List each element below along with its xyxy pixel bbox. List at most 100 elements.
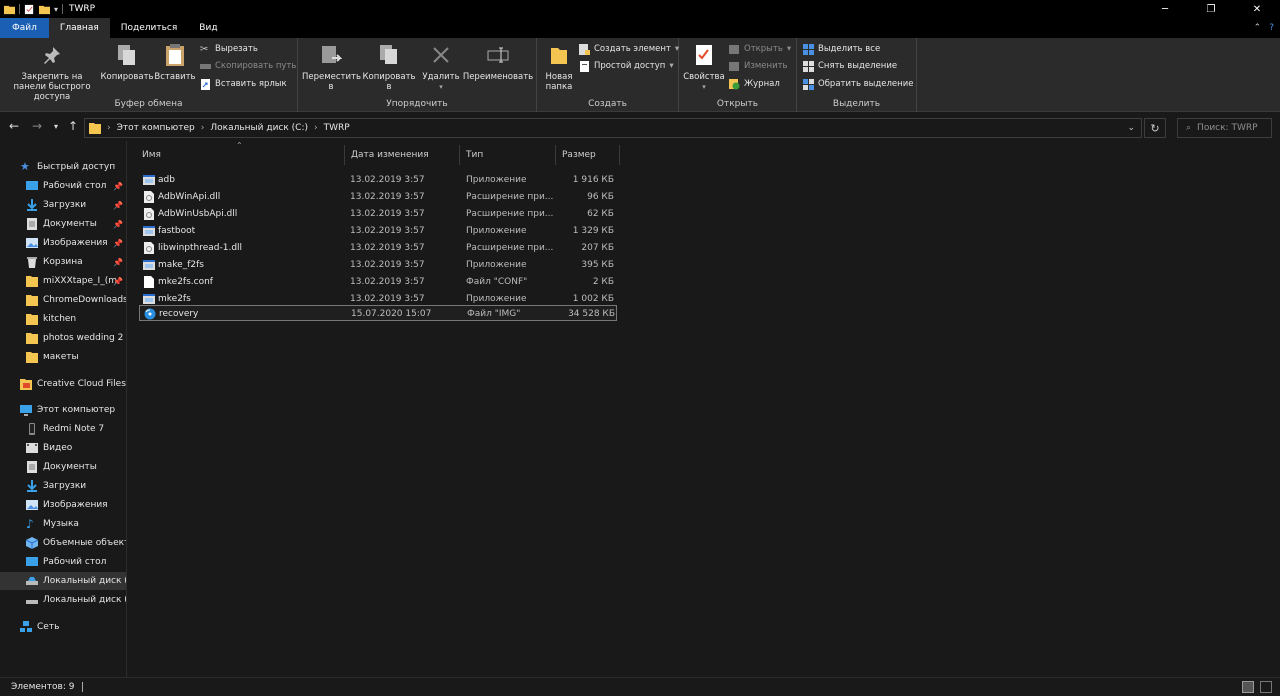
nav-pc-local-disk-c[interactable]: Локальный диск (C [0, 572, 126, 590]
details-view-icon[interactable] [1242, 681, 1254, 693]
file-name: recovery [159, 309, 199, 319]
ribbon: Закрепить на панели быстрого доступа Коп… [0, 38, 1280, 112]
column-header-size[interactable]: Размер [556, 145, 620, 165]
search-input[interactable]: ⌕ Поиск: TWRP [1177, 118, 1272, 138]
nav-network[interactable]: Сеть [0, 618, 126, 636]
quick-access-dropdown-icon[interactable]: ▾ [54, 5, 58, 14]
column-header-name[interactable]: Имя [136, 145, 345, 165]
tab-file[interactable]: Файл [0, 18, 49, 38]
nav-quick-photos-wedding[interactable]: photos wedding 2 [0, 329, 126, 347]
address-dropdown-icon[interactable]: ⌄ [1127, 123, 1135, 133]
file-size: 1 329 КБ [572, 226, 614, 236]
status-bar: Элементов: 9 [0, 677, 1280, 696]
nav-quick-recycle-bin[interactable]: Корзина 📌 [0, 253, 126, 271]
breadcrumb-local-disk-c[interactable]: Локальный диск (C:) [210, 123, 308, 133]
paste-button[interactable]: Вставить [154, 42, 196, 82]
file-row[interactable]: AdbWinApi.dll 13.02.2019 3:57 Расширение п… [139, 189, 617, 205]
nav-quick-documents[interactable]: Документы 📌 [0, 215, 126, 233]
large-icons-view-icon[interactable] [1260, 681, 1272, 693]
properties-button[interactable]: Свойства ▾ [683, 42, 725, 92]
rename-button[interactable]: Переименовать [462, 42, 534, 82]
move-to-button[interactable]: Переместить в [302, 42, 361, 92]
nav-pc-music[interactable]: ♪ Музыка [0, 515, 126, 533]
edit-button[interactable]: Изменить [729, 59, 788, 73]
file-size: 96 КБ [587, 192, 614, 202]
search-icon: ⌕ [1186, 123, 1192, 133]
help-icon[interactable]: ? [1269, 23, 1274, 33]
history-button[interactable]: Журнал [729, 77, 780, 91]
delete-button[interactable]: Удалить ▾ [420, 42, 462, 92]
pictures-icon [26, 238, 38, 248]
properties-icon [691, 42, 717, 68]
nav-quick-downloads[interactable]: Загрузки 📌 [0, 196, 126, 214]
tab-view[interactable]: Вид [188, 18, 228, 38]
close-button[interactable]: ✕ [1234, 0, 1280, 18]
file-date: 13.02.2019 3:57 [350, 277, 425, 287]
nav-quick-makety[interactable]: макеты [0, 348, 126, 366]
new-folder-button[interactable]: Новая папка [541, 42, 577, 92]
select-none-icon [803, 60, 814, 72]
easy-access-button[interactable]: Простой доступ ▾ [579, 59, 674, 73]
file-size: 207 КБ [581, 243, 614, 253]
forward-arrow-icon[interactable]: → [32, 119, 42, 133]
nav-quick-desktop[interactable]: Рабочий стол 📌 [0, 177, 126, 195]
app-icon [143, 259, 155, 271]
select-all-button[interactable]: Выделить все [803, 42, 880, 56]
nav-this-pc[interactable]: Этот компьютер [0, 401, 126, 419]
cut-button[interactable]: ✂ Вырезать [200, 42, 258, 56]
file-name: make_f2fs [158, 260, 204, 270]
video-icon [26, 443, 38, 453]
column-header-date[interactable]: Дата изменения [345, 145, 460, 165]
file-row[interactable]: mke2fs.conf 13.02.2019 3:57 Файл "CONF" 2 К… [139, 274, 617, 290]
tab-home[interactable]: Главная [48, 18, 110, 38]
copy-button[interactable]: Копировать [100, 42, 154, 82]
nav-quick-pictures[interactable]: Изображения 📌 [0, 234, 126, 252]
copy-path-button[interactable]: Скопировать путь [200, 59, 296, 73]
back-arrow-icon[interactable]: ← [9, 119, 19, 133]
nav-quick-access[interactable]: ★ Быстрый доступ [0, 158, 126, 176]
nav-quick-kitchen[interactable]: kitchen [0, 310, 126, 328]
file-date: 13.02.2019 3:57 [350, 209, 425, 219]
nav-pc-documents[interactable]: Документы [0, 458, 126, 476]
nav-quick-chromedownloads[interactable]: ChromeDownloads [0, 291, 126, 309]
download-arrow-icon [27, 199, 37, 211]
properties-icon[interactable] [24, 4, 35, 15]
file-row[interactable]: libwinpthread-1.dll 13.02.2019 3:57 Расшир… [139, 240, 617, 256]
nav-pc-local-disk-d[interactable]: Локальный диск (D [0, 591, 126, 609]
up-arrow-icon[interactable]: ↑ [68, 119, 78, 133]
select-none-button[interactable]: Снять выделение [803, 59, 897, 73]
column-header-type[interactable]: Тип [460, 145, 556, 165]
recent-locations-chevron-icon[interactable]: ▾ [54, 122, 58, 131]
collapse-ribbon-icon[interactable]: ⌃ [1254, 23, 1262, 33]
pin-to-quick-access-button[interactable]: Закрепить на панели быстрого доступа [4, 42, 100, 102]
paste-shortcut-button[interactable]: Вставить ярлык [200, 77, 287, 91]
refresh-button[interactable]: ↻ [1144, 118, 1166, 138]
restore-button[interactable]: ❐ [1188, 0, 1234, 18]
open-button[interactable]: Открыть ▾ [729, 42, 791, 56]
nav-pc-videos[interactable]: Видео [0, 439, 126, 457]
copy-to-button[interactable]: Копировать в [360, 42, 418, 92]
address-bar[interactable]: › Этот компьютер › Локальный диск (C:) ›… [84, 118, 1142, 138]
nav-creative-cloud[interactable]: Creative Cloud Files [0, 375, 126, 393]
breadcrumb-twrp[interactable]: TWRP [324, 123, 350, 133]
nav-pc-redmi-note[interactable]: Redmi Note 7 [0, 420, 126, 438]
scissors-icon: ✂ [200, 43, 209, 55]
new-folder-icon[interactable] [39, 4, 50, 15]
invert-selection-icon [803, 78, 814, 90]
file-row[interactable]: AdbWinUsbApi.dll 13.02.2019 3:57 Расширени… [139, 206, 617, 222]
nav-pc-pictures[interactable]: Изображения [0, 496, 126, 514]
nav-pc-3d-objects[interactable]: Объемные объекты [0, 534, 126, 552]
file-row[interactable]: adb 13.02.2019 3:57 Приложение 1 916 КБ [139, 172, 617, 188]
invert-selection-button[interactable]: Обратить выделение [803, 77, 913, 91]
nav-pc-desktop[interactable]: Рабочий стол [0, 553, 126, 571]
nav-quick-mixxxtape[interactable]: miXXXtape_I_(m 📌 [0, 272, 126, 290]
file-row[interactable]: fastboot 13.02.2019 3:57 Приложение 1 329 К… [139, 223, 617, 239]
breadcrumb-this-pc[interactable]: Этот компьютер [117, 123, 195, 133]
nav-pc-downloads[interactable]: Загрузки [0, 477, 126, 495]
new-item-button[interactable]: Создать элемент ▾ [579, 42, 679, 56]
tab-share[interactable]: Поделиться [110, 18, 189, 38]
file-row[interactable]: recovery 15.07.2020 15:07 Файл "IMG" 34 528… [139, 305, 617, 321]
group-label: Создать [588, 99, 627, 109]
file-row[interactable]: make_f2fs 13.02.2019 3:57 Приложение 395 КБ [139, 257, 617, 273]
minimize-button[interactable]: ─ [1142, 0, 1188, 18]
